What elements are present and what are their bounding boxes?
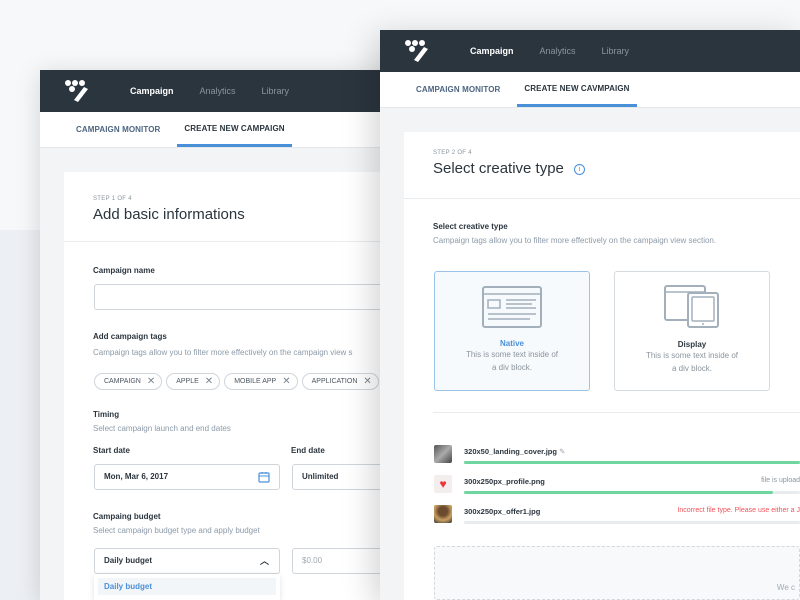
- tab-campaign-monitor[interactable]: CAMPAIGN MONITOR: [69, 112, 167, 147]
- nav-library[interactable]: Library: [602, 46, 630, 56]
- remove-tag-icon[interactable]: ✕: [205, 376, 213, 387]
- tag-list: CAMPAIGN ✕ APPLE ✕ MOBILE APP ✕ APPLICATION ✕: [94, 370, 383, 390]
- native-ad-icon: [482, 286, 542, 328]
- page-title: Add basic informations: [93, 206, 245, 223]
- calendar-icon[interactable]: [258, 471, 270, 483]
- step-indicator: STEP 1 OF 4: [93, 196, 132, 202]
- creative-name: Display: [677, 340, 707, 349]
- file-row: 300x250px_offer1.jpg Incorrect file type…: [434, 505, 800, 535]
- creative-option-native[interactable]: Native This is some text inside of a div…: [434, 271, 590, 391]
- creative-desc: This is some text inside of: [645, 351, 739, 360]
- info-icon[interactable]: i: [574, 163, 586, 175]
- start-date-label: Start date: [93, 446, 130, 455]
- creative-name: Native: [499, 339, 524, 348]
- campaign-name-label: Campaign name: [93, 266, 155, 275]
- divider: [433, 412, 800, 413]
- sub-tabs: CAMPAIGN MONITOR CREATE NEW CAMPAIGN: [40, 112, 400, 148]
- tags-help: Campaign tags allow you to filter more e…: [93, 348, 353, 357]
- form-card: STEP 1 OF 4 Add basic informations Campa…: [64, 172, 400, 600]
- file-row: 320x50_landing_cover.jpg ✎: [434, 445, 800, 475]
- tag-chip: APPLE ✕: [166, 373, 221, 390]
- nav-campaign[interactable]: Campaign: [470, 46, 514, 56]
- tag-label: CAMPAIGN: [104, 378, 141, 385]
- nav-campaign[interactable]: Campaign: [130, 86, 174, 96]
- upload-progress-bar: [464, 521, 800, 524]
- dropzone-text: We c: [776, 583, 795, 592]
- budget-type-value: Daily budget: [104, 556, 153, 565]
- budget-type-select[interactable]: Daily budget ︿: [94, 548, 280, 574]
- tag-chip: APPLICATION ✕: [301, 373, 379, 390]
- progress-fill: [464, 461, 800, 464]
- sub-tabs: CAMPAIGN MONITOR CREATE NEW CAVMPAIGN: [380, 72, 800, 108]
- create-campaign-window-step1: Campaign Analytics Library CAMPAIGN MONI…: [40, 70, 400, 600]
- creative-option-display[interactable]: Display This is some text inside of a di…: [614, 271, 770, 391]
- nav-analytics[interactable]: Analytics: [540, 46, 576, 56]
- logo-icon: [65, 80, 88, 102]
- file-name: 320x50_landing_cover.jpg ✎: [464, 447, 566, 456]
- file-thumbnail: [434, 505, 452, 523]
- title-text: Select creative type: [433, 160, 564, 177]
- file-row: ♥ 300x250px_profile.png file is upload: [434, 475, 800, 505]
- start-date-input[interactable]: Mon, Mar 6, 2017: [94, 464, 280, 490]
- create-campaign-window-step2: Campaign Analytics Library CAMPAIGN MONI…: [380, 30, 800, 600]
- page-title: Select creative type i: [433, 160, 771, 177]
- top-nav: Campaign Analytics Library: [40, 70, 400, 112]
- progress-fill: [464, 491, 774, 494]
- nav-library[interactable]: Library: [262, 86, 290, 96]
- creative-desc: a div block.: [671, 364, 713, 373]
- tag-label: APPLE: [176, 378, 199, 385]
- timing-label: Timing: [93, 410, 120, 419]
- file-status: file is upload: [761, 477, 800, 484]
- creative-card: STEP 2 OF 4 Select creative type i Selec…: [404, 132, 800, 600]
- timing-help: Select campaign launch and end dates: [93, 424, 231, 433]
- nav-analytics[interactable]: Analytics: [200, 86, 236, 96]
- budget-help: Select campaign budget type and apply bu…: [93, 526, 260, 535]
- step-indicator: STEP 2 OF 4: [433, 150, 472, 156]
- top-nav: Campaign Analytics Library: [380, 30, 800, 72]
- budget-label: Campaing budget: [93, 512, 161, 521]
- creative-type-help: Campaign tags allow you to filter more e…: [433, 236, 717, 245]
- start-date-value: Mon, Mar 6, 2017: [104, 472, 169, 481]
- file-name: 300x250px_offer1.jpg: [464, 507, 541, 516]
- tags-label: Add campaign tags: [93, 332, 167, 341]
- file-thumbnail: [434, 445, 452, 463]
- tag-label: MOBILE APP: [234, 378, 277, 385]
- logo-icon: [405, 40, 428, 62]
- campaign-name-input[interactable]: [94, 284, 400, 310]
- tag-chip: CAMPAIGN ✕: [94, 373, 163, 390]
- file-error: Incorrect file type. Please use either a…: [677, 507, 800, 514]
- tab-create-new-campaign[interactable]: CREATE NEW CAMPAIGN: [177, 112, 292, 147]
- dropdown-option-daily-budget[interactable]: Daily budget: [98, 578, 276, 595]
- tag-chip: MOBILE APP ✕: [224, 373, 298, 390]
- file-dropzone[interactable]: We c: [434, 546, 800, 600]
- edit-pencil-icon[interactable]: ✎: [559, 447, 565, 456]
- remove-tag-icon[interactable]: ✕: [363, 376, 371, 387]
- tab-create-new-campaign[interactable]: CREATE NEW CAVMPAIGN: [517, 72, 637, 107]
- budget-dropdown: Daily budget: [94, 574, 280, 600]
- file-name: 300x250px_profile.png: [464, 477, 545, 486]
- creative-desc: This is some text inside of: [465, 350, 559, 359]
- display-ad-icon: [664, 285, 719, 328]
- upload-progress-bar: [464, 461, 800, 464]
- creative-desc: a div block.: [491, 363, 533, 372]
- tag-label: APPLICATION: [311, 378, 358, 385]
- remove-tag-icon[interactable]: ✕: [282, 376, 290, 387]
- chevron-up-icon: ︿: [259, 556, 269, 566]
- remove-tag-icon[interactable]: ✕: [147, 376, 155, 387]
- end-date-label: End date: [291, 446, 325, 455]
- file-thumbnail: ♥: [434, 475, 452, 493]
- upload-progress-bar: [464, 491, 800, 494]
- creative-type-label: Select creative type: [433, 222, 508, 231]
- tab-campaign-monitor[interactable]: CAMPAIGN MONITOR: [409, 72, 507, 107]
